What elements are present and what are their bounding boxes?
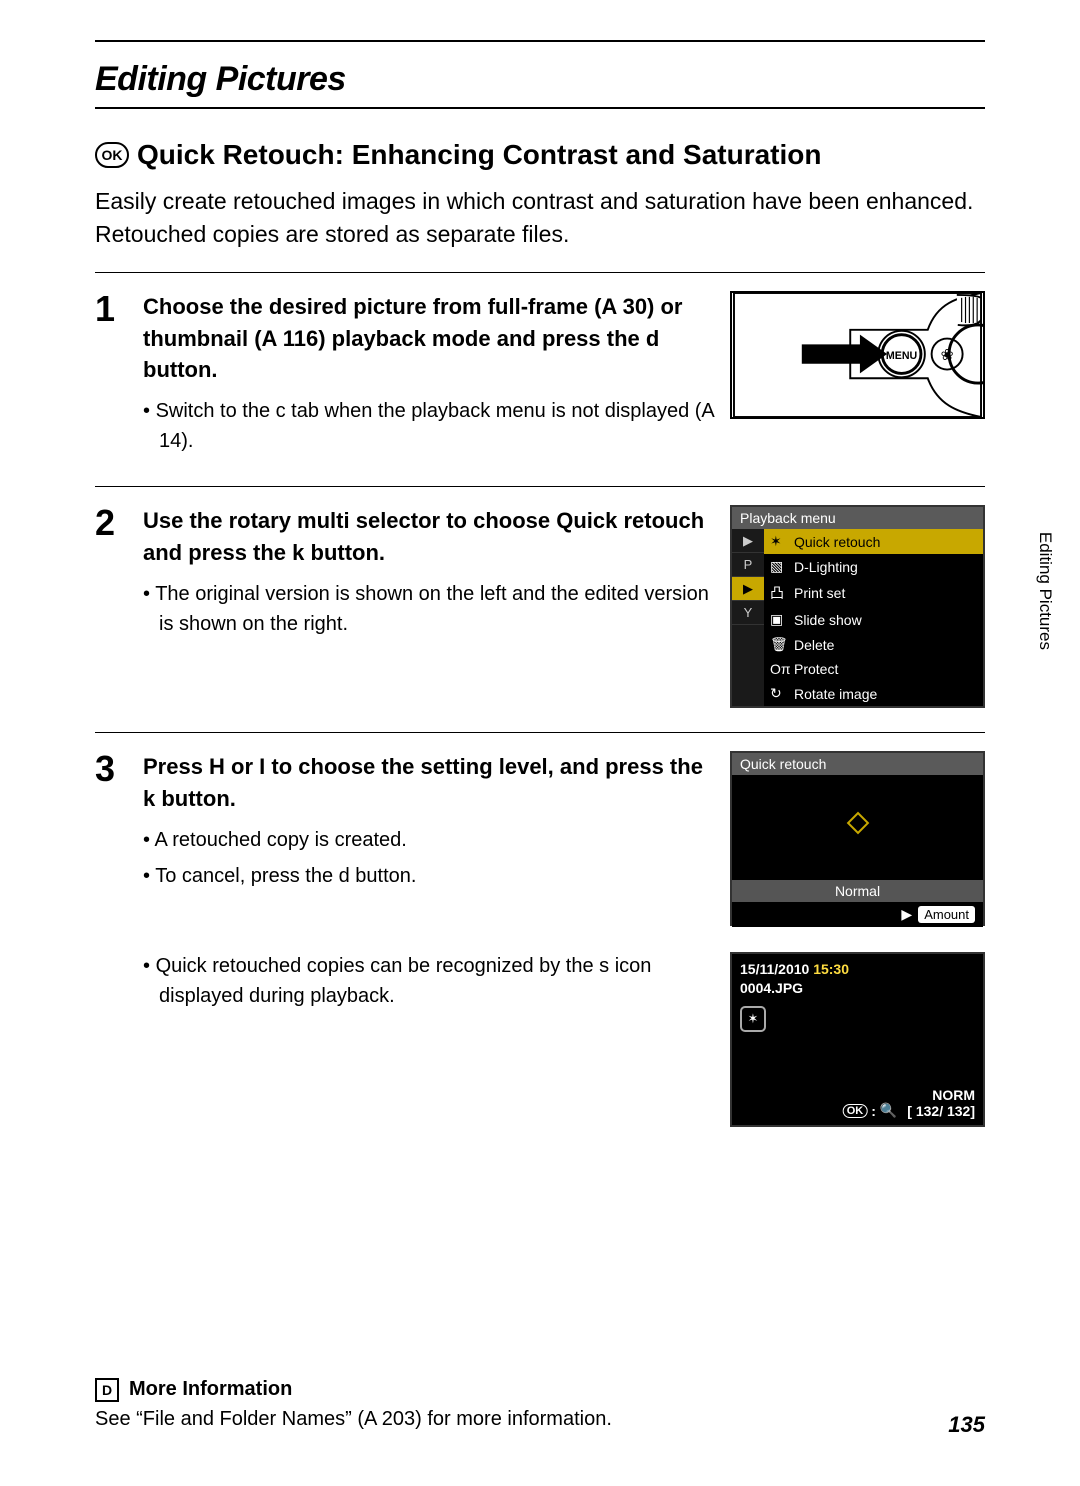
step-bullet: To cancel, press the d button. (143, 861, 716, 891)
retouch-slider[interactable]: Normal (732, 880, 983, 902)
menu-item-protect[interactable]: OπProtect (764, 657, 983, 681)
ok-icon: OK (95, 142, 129, 168)
section-title: Editing Pictures (95, 60, 985, 109)
menu-item-quick-retouch[interactable]: ✶Quick retouch (764, 529, 983, 554)
step-bullet: Switch to the c tab when the playback me… (143, 396, 716, 456)
menu-item-slide-show[interactable]: ▣Slide show (764, 607, 983, 632)
print-icon: 凸 (770, 583, 788, 603)
info-icon: D (95, 1378, 119, 1402)
retouch-header: Quick retouch (732, 753, 983, 775)
step-bullet: A retouched copy is created. (143, 825, 716, 855)
step-text: Use the rotary multi selector to choose … (143, 505, 716, 569)
side-tab-label: Editing Pictures (1035, 532, 1055, 650)
quick-retouch-icon: ✶ (770, 533, 788, 550)
more-info-body: See “File and Folder Names” (A 203) for … (95, 1408, 985, 1431)
more-info-title: More Information (129, 1378, 292, 1401)
menu-tab-active[interactable]: ▶ (732, 577, 764, 601)
step-bullet: Quick retouched copies can be recognized… (143, 951, 716, 1011)
step-number: 3 (95, 751, 129, 1127)
step-1: 1 Choose the desired picture from full-f… (95, 273, 985, 488)
ok-action: : (871, 1103, 876, 1119)
step-3: 3 Press H or I to choose the setting lev… (95, 733, 985, 1151)
delete-icon: 🗑 (770, 636, 788, 653)
menu-item-print-set[interactable]: 凸Print set (764, 579, 983, 607)
menu-item-delete[interactable]: 🗑Delete (764, 632, 983, 657)
retouch-cursor-icon (846, 812, 869, 835)
ok-icon: OK (843, 1104, 868, 1118)
amount-label: Amount (918, 906, 975, 923)
rotate-icon: ↻ (770, 685, 788, 702)
feature-title-text: Quick Retouch: Enhancing Contrast and Sa… (137, 139, 822, 171)
dlighting-icon: ▧ (770, 558, 788, 575)
play-icon: ▶ (901, 906, 912, 923)
svg-text:❀: ❀ (941, 347, 954, 364)
playback-time: 15:30 (813, 961, 849, 977)
page-number: 135 (948, 1412, 985, 1438)
menu-tab[interactable]: ▶ (732, 529, 764, 553)
menu-item-rotate[interactable]: ↻Rotate image (764, 681, 983, 706)
zoom-icon: 🔍 (880, 1102, 897, 1119)
playback-quality: NORM (932, 1087, 975, 1103)
slideshow-icon: ▣ (770, 611, 788, 628)
menu-header: Playback menu (732, 507, 983, 529)
playback-date: 15/11/2010 (740, 961, 809, 977)
step-2: 2 Use the rotary multi selector to choos… (95, 487, 985, 733)
playback-menu-screen: Playback menu ▶ P ▶ Y ✶Quick retouch ▧D-… (730, 505, 985, 708)
camera-illustration: MENU ❀ (730, 291, 985, 419)
menu-tab[interactable]: P (732, 553, 764, 577)
menu-item-dlighting[interactable]: ▧D-Lighting (764, 554, 983, 579)
quick-retouch-indicator-icon: ✶ (740, 1006, 766, 1032)
step-text: Choose the desired picture from full-fra… (143, 291, 716, 387)
menu-tab[interactable]: Y (732, 601, 764, 625)
svg-text:MENU: MENU (886, 350, 918, 362)
playback-counter: [ 132/ 132] (907, 1103, 975, 1119)
playback-screen: 15/11/2010 15:30 0004.JPG ✶ OK : 🔍 NORM … (730, 952, 985, 1127)
intro-text: Easily create retouched images in which … (95, 185, 985, 252)
feature-title: OK Quick Retouch: Enhancing Contrast and… (95, 139, 985, 171)
protect-icon: Oπ (770, 661, 788, 677)
step-number: 2 (95, 505, 129, 708)
step-bullet: The original version is shown on the lef… (143, 579, 716, 639)
more-information: D More Information See “File and Folder … (95, 1378, 985, 1431)
playback-filename: 0004.JPG (740, 980, 803, 996)
quick-retouch-screen: Quick retouch Normal ▶ Amount (730, 751, 985, 926)
step-number: 1 (95, 291, 129, 463)
step-text: Press H or I to choose the setting level… (143, 751, 716, 815)
